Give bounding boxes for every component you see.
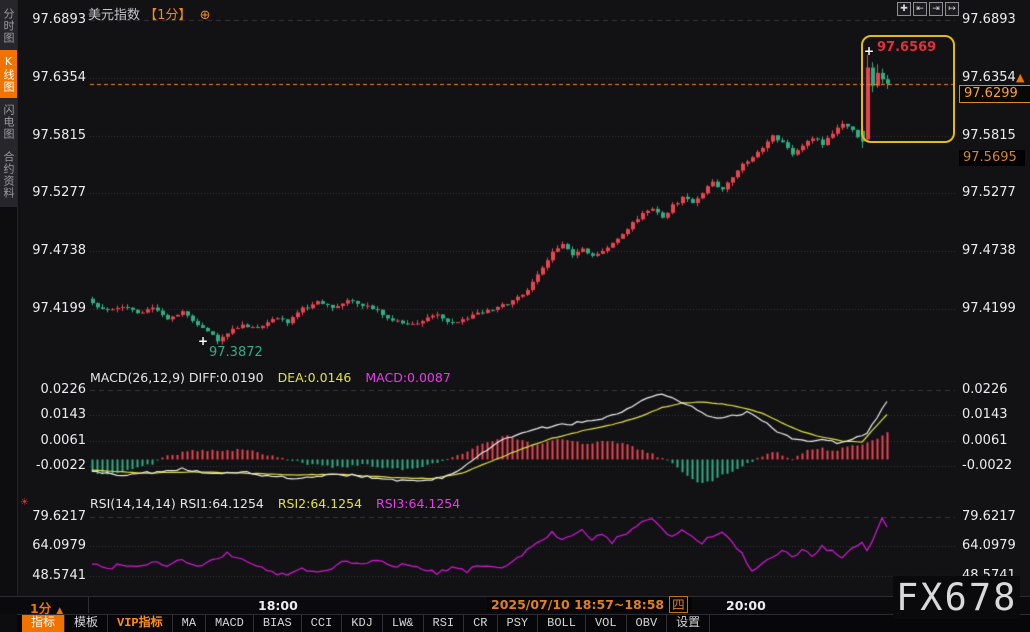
toolbar-item-LW&[interactable]: LW& — [383, 615, 424, 632]
axis-label: 97.6893 — [962, 12, 1016, 27]
chart-title: 美元指数 【1分】 ⊕ — [88, 4, 210, 23]
axis-label: 0.0143 — [962, 407, 1008, 422]
high-price-label: 97.6569 — [877, 40, 936, 55]
toolbar-item-模板[interactable]: 模板 — [65, 615, 108, 632]
chart-app: 分时图K线图闪电图合约资料 美元指数 【1分】 ⊕ ✚⇤⇥↦ 97.6893 97… — [0, 0, 1030, 632]
macd-dea-value: DEA:0.0146 — [278, 370, 352, 385]
time-tick-18: 18:00 — [258, 598, 298, 613]
indicator-toolbar: 指标模板VIP指标MAMACDBIASCCIKDJLW&RSICRPSYBOLL… — [17, 614, 1030, 632]
toolbar-item-PSY[interactable]: PSY — [498, 615, 539, 632]
pan-icon[interactable]: ✚ — [897, 2, 911, 16]
axis-label: 97.6893 — [14, 12, 86, 27]
macd-header: MACD(26,12,9) DIFF:0.0190 DEA:0.0146 MAC… — [90, 370, 451, 385]
toolbar-item-VOL[interactable]: VOL — [586, 615, 627, 632]
axis-label: 97.5815 — [962, 128, 1016, 143]
toolbar-item-BIAS[interactable]: BIAS — [254, 615, 302, 632]
rsi-header: RSI(14,14,14) RSI1:64.1254 RSI2:64.1254 … — [90, 496, 460, 511]
watermark: FX678 — [893, 576, 1020, 619]
axis-label: 97.4199 — [14, 301, 86, 316]
weekday-badge: 四 — [669, 596, 688, 613]
axis-label: 97.5277 — [14, 185, 86, 200]
add-indicator-icon[interactable]: ⊕ — [200, 8, 211, 23]
axis-label: 0.0061 — [962, 433, 1008, 448]
axis-label: 64.0979 — [962, 538, 1016, 553]
period-tag: 【1分】 — [144, 8, 191, 23]
low-price-label: 97.3872 — [209, 345, 263, 360]
axis-label: -0.0022 — [14, 458, 86, 473]
price-up-arrow-icon: ▲ — [1016, 71, 1024, 84]
toolbar-item-BOLL[interactable]: BOLL — [538, 615, 586, 632]
axis-label: 97.5277 — [962, 185, 1016, 200]
time-highlight: 2025/07/10 18:57~18:58四 — [487, 597, 692, 612]
toolbar-item-MA[interactable]: MA — [173, 615, 206, 632]
axis-label: 79.6217 — [962, 509, 1016, 524]
shift-right-icon[interactable]: ⇥ — [929, 2, 943, 16]
crosshair-marker-low: + — [198, 334, 208, 348]
toolbar-item-OBV[interactable]: OBV — [627, 615, 668, 632]
shift-left-icon[interactable]: ⇤ — [913, 2, 927, 16]
rsi3-value: RSI3:64.1254 — [376, 496, 460, 511]
pop-out-icon[interactable]: ↦ — [945, 2, 959, 16]
axis-label: 64.0979 — [14, 538, 86, 553]
toolbar-item-KDJ[interactable]: KDJ — [342, 615, 383, 632]
toolbar-item-MACD[interactable]: MACD — [206, 615, 254, 632]
axis-label: -0.0022 — [962, 458, 1012, 473]
toolbar-item-RSI[interactable]: RSI — [424, 615, 465, 632]
rsi-name: RSI(14,14,14) RSI1:64.1254 — [90, 496, 264, 511]
toolbar-item-指标[interactable]: 指标 — [22, 615, 65, 632]
axis-label: 0.0226 — [962, 382, 1008, 397]
axis-label: 97.6354 — [962, 70, 1016, 85]
current-price-tag: 97.6299 — [959, 85, 1030, 103]
macd-name: MACD(26,12,9) DIFF:0.0190 — [90, 370, 264, 385]
toolbar-item-CR[interactable]: CR — [464, 615, 497, 632]
crosshair-marker-high: + — [864, 44, 874, 58]
axis-label: 0.0143 — [14, 407, 86, 422]
axis-label: 97.4199 — [962, 301, 1016, 316]
axis-label: 97.4738 — [962, 243, 1016, 258]
toolbar-item-VIP指标[interactable]: VIP指标 — [108, 615, 173, 632]
secondary-price-tag: 97.5695 — [959, 150, 1025, 166]
axis-label: 48.5741 — [14, 568, 86, 583]
time-axis-divider — [88, 597, 89, 613]
sidebar: 分时图K线图闪电图合约资料 — [0, 0, 17, 207]
indicator-settings-icon[interactable]: ☀ — [20, 497, 29, 508]
axis-label: 97.4738 — [14, 243, 86, 258]
symbol-name: 美元指数 — [88, 8, 140, 23]
time-tick-20: 20:00 — [726, 598, 766, 613]
rsi2-value: RSI2:64.1254 — [278, 496, 362, 511]
axis-label: 79.6217 — [14, 509, 86, 524]
axis-label: 0.0061 — [14, 433, 86, 448]
macd-value: MACD:0.0087 — [365, 370, 450, 385]
toolbar-item-CCI[interactable]: CCI — [302, 615, 343, 632]
axis-label: 97.5815 — [14, 128, 86, 143]
axis-label: 0.0226 — [14, 382, 86, 397]
axis-label: 97.6354 — [14, 70, 86, 85]
toolbar-item-设置[interactable]: 设置 — [667, 615, 710, 632]
window-buttons: ✚⇤⇥↦ — [897, 2, 959, 16]
